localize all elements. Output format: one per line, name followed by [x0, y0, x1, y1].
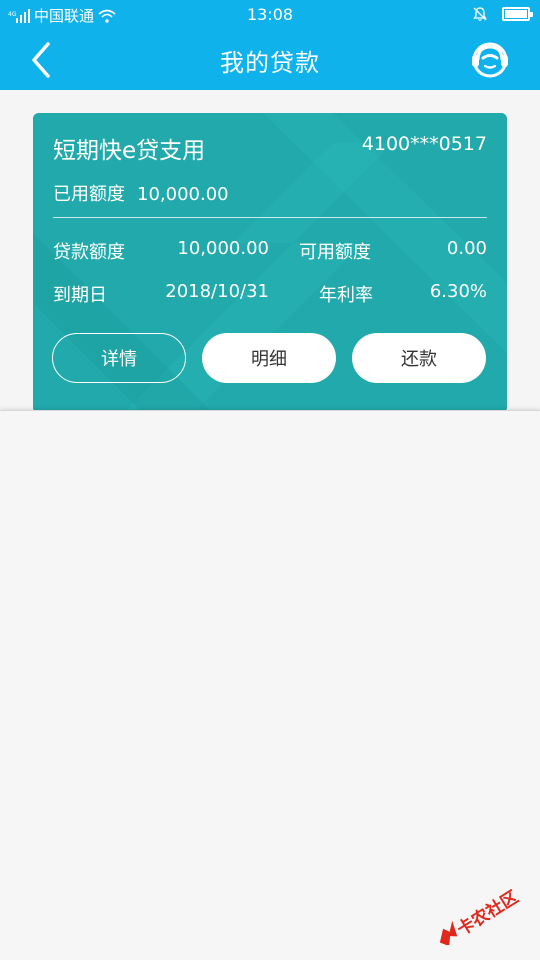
loan-amount-label: 贷款额度 — [53, 242, 125, 263]
loan-amount-value: 10,000.00 — [177, 238, 269, 259]
used-amount-label: 已用额度 — [53, 184, 125, 205]
headset-icon — [472, 42, 508, 78]
used-amount-value: 10,000.00 — [137, 184, 229, 205]
detail-button[interactable]: 详情 — [52, 333, 186, 383]
account-number: 4100***0517 — [361, 133, 487, 155]
repay-button[interactable]: 还款 — [352, 333, 486, 383]
annual-rate-label: 年利率 — [319, 285, 373, 306]
product-name: 短期快e贷支用 — [53, 138, 206, 164]
content-sheet — [0, 410, 540, 960]
due-date-label: 到期日 — [53, 285, 107, 306]
svg-text:卡农社区: 卡农社区 — [453, 889, 522, 940]
clock: 13:08 — [246, 5, 294, 24]
status-bar: 4G 中国联通 13:08 — [0, 0, 540, 30]
due-date-value: 2018/10/31 — [165, 281, 269, 302]
used-amount-row: 已用额度 10,000.00 — [53, 180, 229, 206]
available-amount-value: 0.00 — [446, 238, 487, 259]
card-divider — [53, 217, 487, 218]
status-right — [472, 6, 533, 22]
battery-icon — [502, 7, 533, 21]
page-title: 我的贷款 — [220, 49, 320, 77]
mute-bell-icon — [473, 7, 487, 21]
customer-service-button[interactable] — [468, 38, 512, 82]
breakdown-button[interactable]: 明细 — [202, 333, 336, 383]
loan-card[interactable]: 短期快e贷支用 4100***0517 已用额度 10,000.00 贷款额度 1… — [33, 113, 507, 413]
available-amount-label: 可用额度 — [299, 242, 371, 263]
annual-rate-value: 6.30% — [429, 281, 487, 302]
forum-watermark-logo: 卡农社区 — [439, 889, 522, 945]
app-header: 我的贷款 — [0, 30, 540, 90]
